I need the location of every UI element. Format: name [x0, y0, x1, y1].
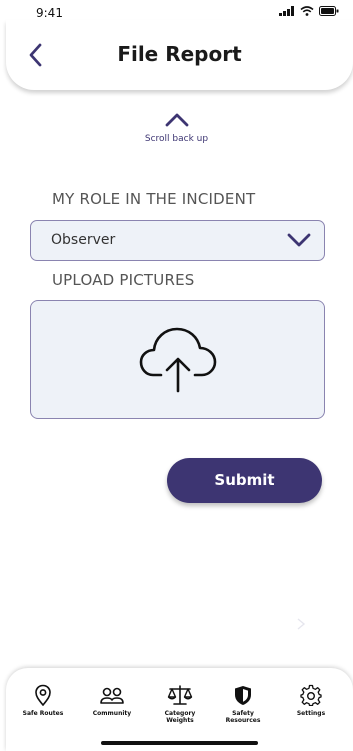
- gear-icon: [300, 684, 322, 706]
- people-icon: [100, 687, 124, 704]
- upload-label: UPLOAD PICTURES: [52, 271, 195, 289]
- nav-item-safety-resources[interactable]: Safety Resources: [213, 684, 273, 724]
- page-title: File Report: [117, 42, 242, 66]
- cloud-upload-icon: [139, 327, 217, 393]
- nav-label: Category Weights: [164, 710, 196, 724]
- nav-item-community[interactable]: Community: [82, 684, 142, 717]
- chevron-down-icon: [287, 233, 311, 247]
- upload-pictures-area[interactable]: [30, 300, 325, 419]
- nav-item-safe-routes[interactable]: Safe Routes: [13, 684, 73, 717]
- role-select-value: Observer: [51, 232, 116, 248]
- header-bar: File Report: [6, 20, 353, 90]
- scale-icon: [167, 685, 193, 705]
- nav-label: Settings: [296, 710, 326, 717]
- status-icons: [279, 6, 339, 16]
- scroll-up-label: Scroll back up: [144, 134, 209, 144]
- home-indicator: [101, 741, 258, 745]
- role-select[interactable]: Observer: [30, 220, 325, 261]
- location-pin-icon: [35, 684, 51, 706]
- battery-icon: [319, 6, 339, 16]
- status-time: 9:41: [36, 6, 63, 20]
- nav-item-category-weights[interactable]: Category Weights: [150, 684, 210, 724]
- chevron-right-icon: [297, 618, 306, 630]
- scroll-up-button[interactable]: Scroll back up: [0, 112, 353, 144]
- nav-item-settings[interactable]: Settings: [281, 684, 341, 717]
- chevron-up-icon: [165, 113, 188, 127]
- nav-label: Community: [92, 710, 132, 717]
- nav-label: Safe Routes: [22, 710, 64, 717]
- role-label: MY ROLE IN THE INCIDENT: [52, 190, 256, 208]
- submit-button[interactable]: Submit: [167, 458, 322, 503]
- wifi-icon: [300, 6, 314, 16]
- nav-label: Safety Resources: [225, 710, 261, 724]
- signal-icon: [279, 6, 294, 16]
- shield-icon: [235, 686, 251, 705]
- bottom-nav: Safe Routes Community Category Weights S…: [6, 668, 353, 751]
